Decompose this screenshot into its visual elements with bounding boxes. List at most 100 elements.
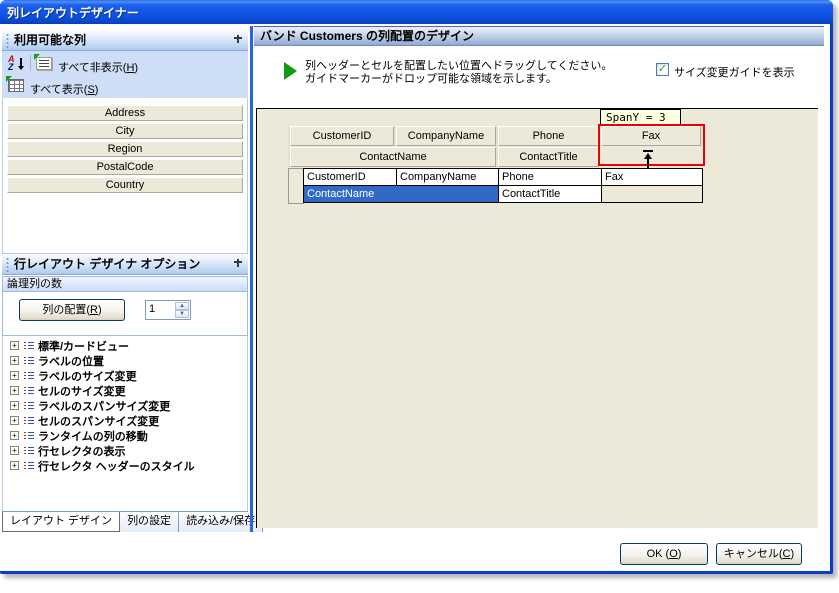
band-design-title: バンド Customers の列配置のデザイン: [260, 29, 474, 43]
tree-list-icon: [23, 341, 34, 351]
ok-label: OK (: [646, 548, 670, 560]
tree-item[interactable]: + 行セレクタの表示: [10, 443, 247, 458]
show-all-mnemonic: S: [87, 84, 95, 96]
header-cell-companyname[interactable]: CompanyName: [396, 126, 496, 146]
size-guide-checkbox-label[interactable]: サイズ変更ガイドを表示: [674, 64, 795, 80]
available-column-item[interactable]: Region: [7, 141, 243, 157]
pin-icon[interactable]: [233, 35, 242, 46]
size-guide-checkbox[interactable]: ✓: [656, 63, 669, 76]
tree-item[interactable]: + セルのスパンサイズ変更: [10, 413, 247, 428]
available-columns-title: 利用可能な列: [14, 33, 87, 47]
band-design-header: バンド Customers の列配置のデザイン: [254, 26, 824, 46]
tree-list-icon: [23, 446, 34, 456]
header-cell-contacttitle[interactable]: ContactTitle: [498, 147, 599, 167]
cell-customerid[interactable]: CustomerID: [303, 168, 397, 186]
tree-list-icon: [23, 386, 34, 396]
show-all-icon[interactable]: [6, 76, 24, 92]
panel-grip: [5, 33, 10, 48]
available-columns-list: Address City Region PostalCode Country: [2, 98, 248, 254]
expand-plus-icon[interactable]: +: [10, 356, 19, 365]
expand-plus-icon[interactable]: +: [10, 431, 19, 440]
available-column-item[interactable]: PostalCode: [7, 159, 243, 175]
spinner-up-button[interactable]: ▲: [175, 302, 189, 310]
ok-button[interactable]: OK (O): [620, 543, 708, 565]
hide-all-icon[interactable]: [34, 54, 52, 70]
expand-plus-icon[interactable]: +: [10, 401, 19, 410]
show-all-label-end: ): [94, 84, 99, 96]
header-cell-customerid[interactable]: CustomerID: [290, 126, 394, 146]
tree-item[interactable]: + セルのサイズ変更: [10, 383, 247, 398]
tree-item-label: 行セレクタ ヘッダーのスタイル: [38, 460, 195, 473]
row-selector[interactable]: [288, 168, 304, 204]
tree-list-icon: [23, 371, 34, 381]
cell-fax[interactable]: Fax: [601, 168, 703, 186]
cell-contactname-selected[interactable]: ContactName: [303, 185, 499, 203]
pin-icon[interactable]: [233, 259, 242, 270]
toolbar-separator: [30, 55, 31, 71]
logical-columns-spinner[interactable]: 1 ▲ ▼: [145, 300, 191, 320]
header-cell-phone[interactable]: Phone: [498, 126, 599, 146]
show-all-button[interactable]: すべて表示(S): [30, 81, 98, 97]
arrange-mnemonic: R: [90, 304, 98, 316]
spinner-down-button[interactable]: ▼: [175, 310, 189, 318]
tree-item[interactable]: + 行セレクタ ヘッダーのスタイル: [10, 458, 247, 473]
show-all-label: すべて表示(: [30, 84, 88, 96]
window-title: 列レイアウトデザイナー: [7, 6, 139, 20]
tree-item[interactable]: + ラベルの位置: [10, 353, 247, 368]
available-column-item[interactable]: City: [7, 123, 243, 139]
tree-item-label: 行セレクタの表示: [38, 445, 126, 458]
ok-label-end: ): [677, 548, 682, 560]
expand-plus-icon[interactable]: +: [10, 416, 19, 425]
cell-companyname[interactable]: CompanyName: [396, 168, 499, 186]
tree-item-label: セルのサイズ変更: [38, 385, 126, 398]
ok-mnemonic: O: [669, 548, 678, 560]
green-arrow-nub: [34, 54, 40, 60]
tree-item-label: ラベルのサイズ変更: [38, 370, 137, 383]
hide-all-label-end: ): [134, 62, 139, 74]
hide-all-button[interactable]: すべて非表示(H): [58, 59, 138, 75]
expand-plus-icon[interactable]: +: [10, 341, 19, 350]
tree-item[interactable]: + ラベルのサイズ変更: [10, 368, 247, 383]
green-arrow-nub: [6, 76, 12, 82]
tab-column-settings[interactable]: 列の設定: [120, 512, 180, 532]
expand-plus-icon[interactable]: +: [10, 446, 19, 455]
cancel-button[interactable]: キャンセル(C): [716, 543, 802, 565]
instruction-line-2: ガイドマーカーがドロップ可能な領域を示します。: [305, 73, 557, 85]
dialog-window: 列レイアウトデザイナー 利用可能な列 A Z すべて非表示(H) すべて表示(S…: [0, 0, 833, 574]
arrange-columns-button[interactable]: 列の配置(R): [19, 299, 125, 321]
tree-item[interactable]: + ラベルのスパンサイズ変更: [10, 398, 247, 413]
green-arrow-icon: [284, 62, 297, 80]
cell-phone[interactable]: Phone: [498, 168, 602, 186]
sort-z-glyph: Z: [8, 62, 14, 72]
tree-item-label: 標準/カードビュー: [38, 340, 130, 353]
tree-item[interactable]: + ランタイムの列の移動: [10, 428, 247, 443]
panel-divider: [250, 26, 253, 532]
sort-az-icon[interactable]: A Z: [8, 54, 26, 72]
header-cell-contactname[interactable]: ContactName: [290, 147, 496, 167]
tree-list-icon: [23, 401, 34, 411]
tab-layout-design[interactable]: レイアウト デザイン: [2, 512, 121, 532]
tree-item-label: ラベルの位置: [38, 355, 104, 368]
row-layout-options-title: 行レイアウト デザイナ オプション: [14, 257, 201, 271]
arrange-label-end: ): [97, 304, 102, 316]
row-layout-options-panel-header: 行レイアウト デザイナ オプション: [2, 254, 248, 275]
left-panel-tab-strip: レイアウト デザイン 列の設定 読み込み/保存: [2, 511, 264, 532]
panel-grip: [5, 257, 10, 272]
columns-toolbar: A Z すべて非表示(H) すべて表示(S): [2, 51, 248, 98]
band-design-surface: SpanY = 3 CustomerID CompanyName Phone F…: [256, 108, 818, 528]
tree-list-icon: [23, 356, 34, 366]
tree-item[interactable]: + 標準/カードビュー: [10, 338, 247, 353]
tree-list-icon: [23, 431, 34, 441]
available-column-item[interactable]: Country: [7, 177, 243, 193]
cell-contacttitle[interactable]: ContactTitle: [498, 185, 602, 203]
cancel-label-end: ): [790, 548, 795, 560]
expand-plus-icon[interactable]: +: [10, 371, 19, 380]
cancel-label: キャンセル(: [723, 548, 783, 560]
tree-item-label: ラベルのスパンサイズ変更: [38, 400, 171, 413]
expand-plus-icon[interactable]: +: [10, 461, 19, 470]
cell-empty[interactable]: [601, 185, 703, 203]
expand-plus-icon[interactable]: +: [10, 386, 19, 395]
tree-item-label: ランタイムの列の移動: [38, 430, 148, 443]
available-column-item[interactable]: Address: [7, 105, 243, 121]
title-bar[interactable]: 列レイアウトデザイナー: [0, 0, 833, 24]
